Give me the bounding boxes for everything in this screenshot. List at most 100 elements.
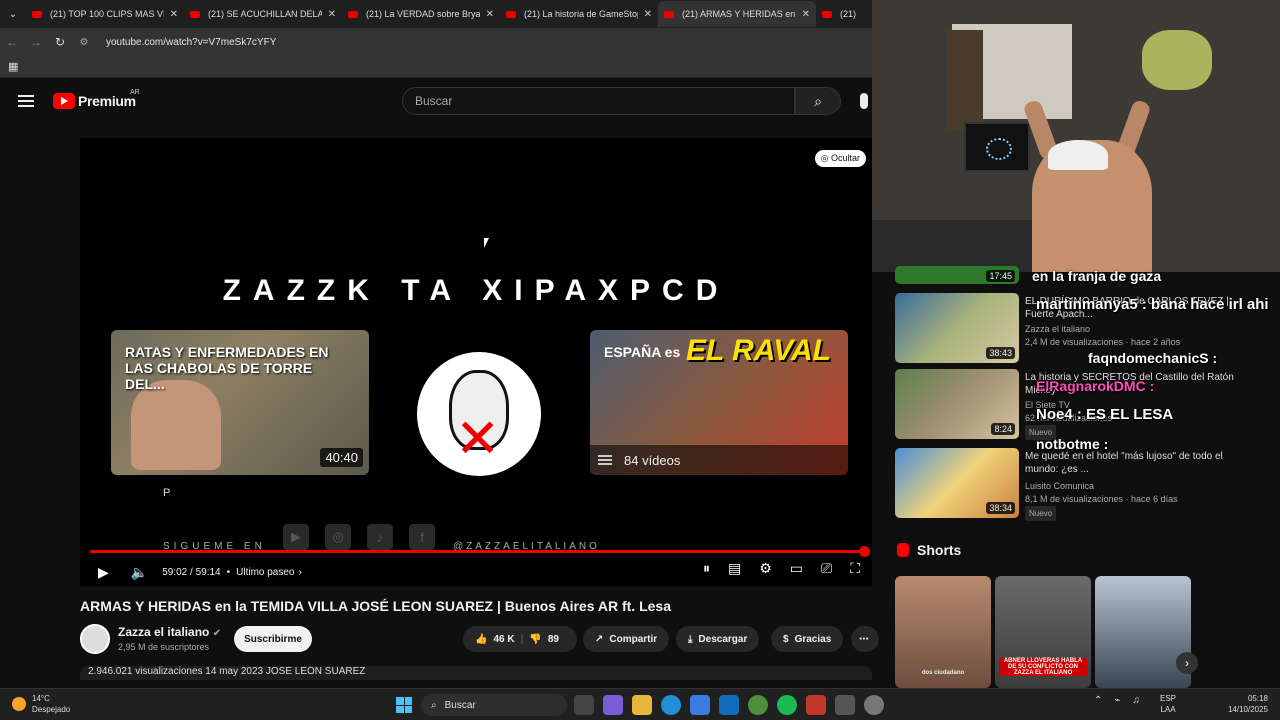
youtube-logo[interactable]: Premium AR	[53, 89, 140, 109]
more-actions-icon[interactable]: ⋯	[851, 626, 879, 652]
browser-tab[interactable]: (21) SE ACUCHILLAN DELANTE ✕	[184, 1, 342, 27]
subscribe-button[interactable]: Suscribirme	[234, 626, 312, 652]
like-count[interactable]: 46 K	[493, 634, 514, 645]
chat-message: notbotme :	[1036, 436, 1109, 452]
weather-temp: 14°C	[32, 694, 50, 703]
youtube-favicon-icon	[506, 10, 516, 18]
outlook-icon[interactable]	[719, 695, 739, 715]
channel-subscribe-avatar[interactable]: ✕	[417, 352, 541, 476]
weather-widget[interactable]: 14°C Despejado	[12, 693, 70, 715]
subtitles-icon[interactable]: ▤	[728, 560, 741, 577]
play-icon[interactable]: ▶	[98, 564, 109, 581]
chat-message: faqndomechanicS :	[1088, 350, 1218, 366]
apps-grid-icon[interactable]: ▦	[8, 60, 18, 73]
back-arrow-icon[interactable]: ←	[0, 35, 24, 49]
dislike-count[interactable]: 89	[548, 634, 559, 645]
chat-message: en la franja de gaza	[1032, 268, 1162, 284]
divider: |	[520, 633, 524, 645]
close-tab-icon[interactable]: ✕	[644, 9, 652, 20]
copilot-icon[interactable]	[603, 695, 623, 715]
close-tab-icon[interactable]: ✕	[802, 9, 810, 20]
chrome-icon[interactable]	[748, 695, 768, 715]
network-icon[interactable]: ⌁	[1114, 695, 1120, 706]
file-explorer-icon[interactable]	[632, 695, 652, 715]
youtube-favicon-icon	[822, 10, 832, 18]
dislike-icon[interactable]: 👎	[529, 634, 541, 645]
browser-tab[interactable]: (21) La historia de GameStop y ✕	[500, 1, 658, 27]
like-icon[interactable]: 👍	[475, 634, 487, 645]
share-button[interactable]: ↗ Compartir	[583, 626, 670, 652]
tab-title: (21) ARMAS Y HERIDAS en la TE	[682, 9, 796, 19]
url-field[interactable]: youtube.com/watch?v=V7meSk7cYFY	[106, 37, 276, 48]
tab-title: (21) TOP 100 CLIPS MAS VISTO	[50, 9, 164, 19]
system-tray: ⌃ ⌁ ♫	[1094, 695, 1140, 706]
settings-gear-icon[interactable]: ⚙	[759, 560, 772, 577]
app-icon[interactable]	[864, 695, 884, 715]
spotify-icon[interactable]	[777, 695, 797, 715]
volume-icon[interactable]: 🔈	[131, 564, 148, 581]
facebook-icon: f	[409, 524, 435, 550]
edge-icon[interactable]	[661, 695, 681, 715]
microphone-icon[interactable]	[860, 93, 868, 109]
playlist-count: 84 vídeos	[624, 452, 681, 468]
close-tab-icon[interactable]: ✕	[170, 9, 178, 20]
short-thumbnail[interactable]: dos ciudadano	[895, 576, 991, 688]
youtube-favicon-icon	[32, 10, 42, 18]
download-button[interactable]: ⤓ Descargar	[676, 626, 760, 652]
site-info-icon[interactable]: ⚙	[72, 37, 96, 48]
chevron-right-icon[interactable]: ›	[1176, 652, 1198, 674]
app-icon[interactable]	[835, 695, 855, 715]
video-player[interactable]: ◎ Ocultar ZAZZK TA XIPAXPCD RATAS Y ENFE…	[80, 138, 872, 586]
shorts-icon	[897, 543, 909, 557]
browser-tab[interactable]: (21) LA E	[816, 1, 862, 27]
language-indicator[interactable]: ESP LAA	[1160, 693, 1176, 715]
reload-icon[interactable]: ↻	[48, 35, 72, 49]
channel-avatar[interactable]	[80, 624, 110, 654]
browser-tab-active[interactable]: (21) ARMAS Y HERIDAS en la TE ✕	[658, 1, 816, 27]
autoplay-toggle[interactable]: ⏸	[703, 560, 710, 577]
chevron-right-icon[interactable]: ›	[298, 567, 301, 578]
app-icon[interactable]	[806, 695, 826, 715]
thanks-button[interactable]: $ Gracias	[771, 626, 844, 652]
mouse-cursor	[484, 238, 489, 248]
card-title: RATAS Y ENFERMEDADES EN LAS CHABOLAS DE …	[125, 344, 329, 392]
progress-bar[interactable]	[90, 546, 870, 557]
search-input[interactable]: Buscar	[402, 87, 795, 115]
card-title: ESPAÑA es	[604, 344, 681, 360]
taskbar-search-label: Buscar	[444, 699, 476, 711]
forward-arrow-icon[interactable]: →	[24, 35, 48, 49]
channel-name-text: Zazza el italiano	[118, 625, 210, 639]
browser-tab-strip: ⌄ (21) TOP 100 CLIPS MAS VISTO ✕ (21) SE …	[0, 0, 872, 28]
tab-title: (21) LA E	[840, 9, 856, 19]
tab-search-icon[interactable]: ⌄	[0, 0, 26, 28]
hide-button[interactable]: ◎ Ocultar	[814, 150, 866, 167]
close-tab-icon[interactable]: ✕	[328, 9, 336, 20]
subscriber-count: 2,95 M de suscriptores	[118, 642, 210, 652]
channel-name[interactable]: Zazza el italiano ✔	[118, 625, 221, 639]
browser-tab[interactable]: (21) TOP 100 CLIPS MAS VISTO ✕	[26, 1, 184, 27]
search-icon[interactable]: ⌕	[795, 87, 841, 115]
browser-tab[interactable]: (21) La VERDAD sobre Bryan Jo ✕	[342, 1, 500, 27]
tab-title: (21) La VERDAD sobre Bryan Jo	[366, 9, 480, 19]
end-screen-playlist-card[interactable]: ESPAÑA es EL RAVAL 84 vídeos	[590, 330, 848, 475]
system-clock[interactable]: 05:18 14/10/2025	[1222, 693, 1268, 715]
recommendation-item[interactable]: 38:34 Me quedé en el hotel "más lujoso" …	[895, 448, 1265, 521]
windows-start-icon[interactable]	[396, 697, 412, 713]
hat-decoration	[1142, 30, 1212, 90]
menu-icon[interactable]	[18, 95, 34, 107]
microphone-icon[interactable]: ♫	[1132, 695, 1140, 706]
short-thumbnail[interactable]	[1095, 576, 1191, 688]
theater-mode-icon[interactable]: ▭	[790, 560, 803, 577]
room-tv	[964, 122, 1030, 172]
short-thumbnail[interactable]: ABNER LLOVERAS HABLA DE SU CONFLICTO CON…	[995, 576, 1091, 688]
task-view-icon[interactable]	[574, 695, 594, 715]
fullscreen-icon[interactable]: ⛶	[850, 560, 860, 577]
store-icon[interactable]	[690, 695, 710, 715]
video-thumbnail: 38:43	[895, 293, 1019, 363]
close-tab-icon[interactable]: ✕	[486, 9, 494, 20]
chevron-up-icon[interactable]: ⌃	[1094, 695, 1102, 706]
end-screen-video-card[interactable]: RATAS Y ENFERMEDADES EN LAS CHABOLAS DE …	[111, 330, 369, 475]
taskbar-search[interactable]: ⌕ Buscar	[421, 694, 567, 716]
chapter-title[interactable]: Ultimo paseo	[236, 567, 294, 578]
cast-icon[interactable]: ⎚	[821, 560, 832, 577]
